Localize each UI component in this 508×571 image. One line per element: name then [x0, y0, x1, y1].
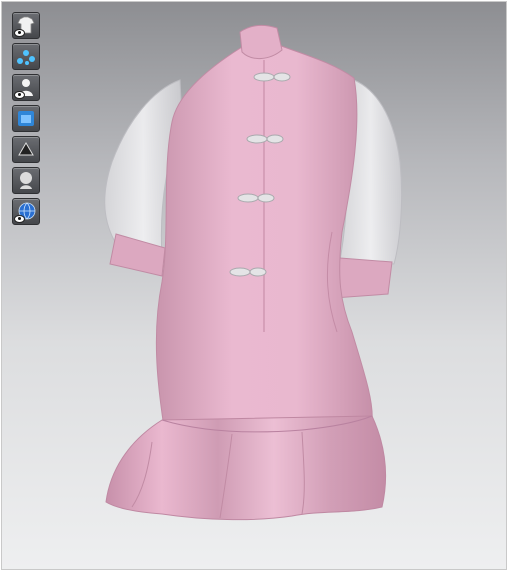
eye-icon	[14, 91, 25, 99]
eye-icon	[14, 29, 25, 37]
eye-icon	[14, 215, 25, 223]
avatar-display-button[interactable]	[12, 167, 40, 194]
collar	[239, 24, 283, 59]
garment-3d-view[interactable]	[2, 2, 506, 569]
fabric-points-button[interactable]	[12, 43, 40, 70]
texture-icon	[18, 142, 34, 156]
avatar-visibility-button[interactable]	[12, 74, 40, 101]
right-cuff	[333, 257, 393, 299]
arrangement-icon	[18, 111, 34, 126]
knot-button-1	[253, 72, 291, 82]
avatar-display-icon	[20, 172, 32, 189]
fabric-points-icon	[17, 50, 35, 65]
3d-viewport-frame[interactable]	[1, 1, 507, 570]
texture-button[interactable]	[12, 136, 40, 163]
arrangement-button[interactable]	[12, 105, 40, 132]
garment-visibility-button[interactable]	[12, 12, 40, 39]
display-toolbar	[12, 12, 40, 225]
knot-button-3	[237, 193, 275, 203]
knot-button-2	[246, 134, 284, 144]
environment-button[interactable]	[12, 198, 40, 225]
knot-button-4	[229, 267, 267, 277]
